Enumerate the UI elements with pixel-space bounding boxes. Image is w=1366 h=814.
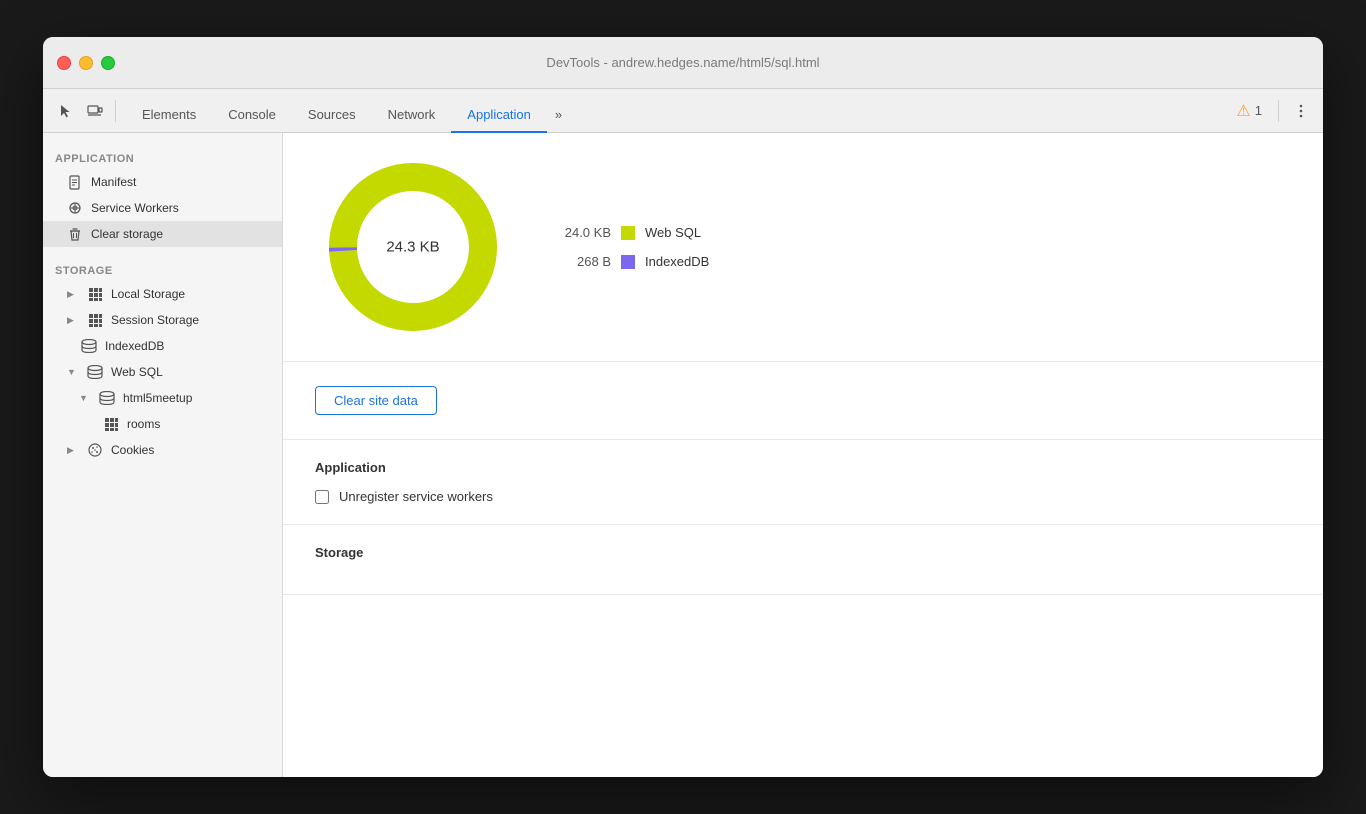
clear-storage-label: Clear storage	[91, 227, 270, 241]
toolbar: Elements Console Sources Network Applica…	[43, 89, 1323, 133]
cursor-icon[interactable]	[51, 97, 79, 125]
legend-item-websql: 24.0 KB Web SQL	[551, 225, 709, 240]
toolbar-divider	[115, 100, 116, 122]
cookies-label: Cookies	[111, 443, 270, 457]
minimize-button[interactable]	[79, 56, 93, 70]
sidebar-item-rooms[interactable]: rooms	[43, 411, 282, 437]
html5meetup-icon	[99, 390, 115, 406]
sidebar-item-service-workers[interactable]: Service Workers	[43, 195, 282, 221]
warning-badge[interactable]: ⚠ 1	[1228, 101, 1270, 121]
tab-elements[interactable]: Elements	[126, 97, 212, 133]
indexeddb-value: 268 B	[551, 254, 611, 269]
session-storage-arrow-icon: ▶	[67, 315, 79, 326]
sidebar-item-session-storage[interactable]: ▶ Session Storage	[43, 307, 282, 333]
sidebar-item-indexeddb[interactable]: IndexedDB	[43, 333, 282, 359]
main-content: Application Manifest	[43, 133, 1323, 777]
clear-section: Clear site data	[283, 362, 1323, 440]
rooms-icon	[103, 416, 119, 432]
tab-network[interactable]: Network	[372, 97, 452, 133]
tab-application[interactable]: Application	[451, 97, 547, 133]
chart-legend: 24.0 KB Web SQL 268 B IndexedDB	[551, 225, 709, 269]
indexeddb-icon	[81, 338, 97, 354]
indexeddb-swatch	[621, 255, 635, 269]
manifest-label: Manifest	[91, 175, 270, 189]
websql-label: Web SQL	[111, 365, 270, 379]
cookies-icon	[87, 442, 103, 458]
donut-center-label: 24.3 KB	[386, 239, 439, 256]
traffic-lights	[57, 56, 115, 70]
warning-icon: ⚠	[1236, 101, 1250, 121]
session-storage-icon	[87, 312, 103, 328]
session-storage-label: Session Storage	[111, 313, 270, 327]
chart-area: 24.3 KB 24.0 KB Web SQL 268 B IndexedDB	[283, 133, 1323, 362]
rooms-label: rooms	[127, 417, 270, 431]
sidebar-item-local-storage[interactable]: ▶ Local Storage	[43, 281, 282, 307]
tab-more[interactable]: »	[547, 96, 570, 132]
storage-section-label: Storage	[43, 257, 282, 281]
application-section-title: Application	[315, 460, 1291, 475]
websql-value: 24.0 KB	[551, 225, 611, 240]
unregister-row[interactable]: Unregister service workers	[315, 489, 1291, 504]
clear-storage-icon	[67, 226, 83, 242]
sidebar-item-websql[interactable]: ▼ Web SQL	[43, 359, 282, 385]
websql-swatch	[621, 226, 635, 240]
devtools-window: DevTools - andrew.hedges.name/html5/sql.…	[43, 37, 1323, 777]
device-icon[interactable]	[81, 97, 109, 125]
application-section: Application Unregister service workers	[283, 440, 1323, 525]
manifest-icon	[67, 174, 83, 190]
toolbar-right: ⚠ 1	[1228, 97, 1315, 125]
local-storage-arrow-icon: ▶	[67, 289, 79, 300]
application-section-label: Application	[43, 145, 282, 169]
sidebar-item-clear-storage[interactable]: Clear storage	[43, 221, 282, 247]
unregister-label: Unregister service workers	[339, 489, 493, 504]
sidebar-item-html5meetup[interactable]: ▼ html5meetup	[43, 385, 282, 411]
storage-section: Storage	[283, 525, 1323, 595]
storage-section-title: Storage	[315, 545, 1291, 560]
more-options-icon[interactable]	[1287, 97, 1315, 125]
clear-site-data-button[interactable]: Clear site data	[315, 386, 437, 415]
donut-chart: 24.3 KB	[323, 157, 503, 337]
local-storage-label: Local Storage	[111, 287, 270, 301]
sidebar-item-manifest[interactable]: Manifest	[43, 169, 282, 195]
unregister-checkbox[interactable]	[315, 490, 329, 504]
html5meetup-arrow-icon: ▼	[79, 393, 91, 403]
tab-bar: Elements Console Sources Network Applica…	[122, 89, 1226, 132]
maximize-button[interactable]	[101, 56, 115, 70]
service-workers-icon	[67, 200, 83, 216]
websql-icon	[87, 364, 103, 380]
close-button[interactable]	[57, 56, 71, 70]
tab-console[interactable]: Console	[212, 97, 292, 133]
service-workers-label: Service Workers	[91, 201, 270, 215]
legend-item-indexeddb: 268 B IndexedDB	[551, 254, 709, 269]
titlebar: DevTools - andrew.hedges.name/html5/sql.…	[43, 37, 1323, 89]
indexeddb-label: IndexedDB	[105, 339, 270, 353]
sidebar-item-cookies[interactable]: ▶ Cookies	[43, 437, 282, 463]
content-panel: 24.3 KB 24.0 KB Web SQL 268 B IndexedDB	[283, 133, 1323, 777]
html5meetup-label: html5meetup	[123, 391, 270, 405]
indexeddb-name: IndexedDB	[645, 254, 709, 269]
websql-name: Web SQL	[645, 225, 701, 240]
local-storage-icon	[87, 286, 103, 302]
window-title: DevTools - andrew.hedges.name/html5/sql.…	[546, 55, 819, 70]
tab-sources[interactable]: Sources	[292, 97, 372, 133]
toolbar-divider-2	[1278, 100, 1279, 122]
websql-arrow-icon: ▼	[67, 367, 79, 377]
cookies-arrow-icon: ▶	[67, 445, 79, 456]
sidebar: Application Manifest	[43, 133, 283, 777]
